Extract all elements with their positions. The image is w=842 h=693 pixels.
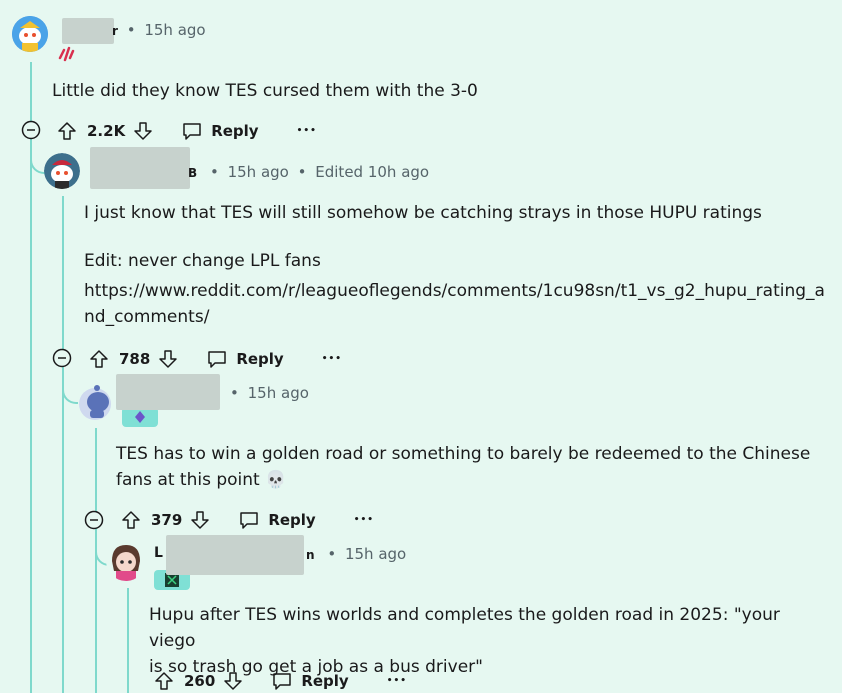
upvote-button[interactable] (121, 510, 141, 530)
comment-body: Little did they know TES cursed them wit… (52, 78, 478, 104)
meta-separator: • (126, 21, 136, 39)
comment-actions: 260 Reply ••• (154, 669, 407, 693)
avatar[interactable] (12, 16, 48, 52)
upvote-button[interactable] (57, 121, 77, 141)
meta-separator: • (297, 163, 307, 181)
comment-actions: 2.2K Reply ••• (57, 119, 317, 143)
downvote-arrow-icon (134, 122, 152, 140)
downvote-button[interactable] (190, 510, 210, 530)
comment-text-line: Little did they know TES cursed them wit… (52, 81, 478, 101)
vote-count: 379 (151, 511, 183, 529)
user-flair-icon (56, 44, 76, 64)
vote-count: 788 (119, 350, 151, 368)
meta-separator: • (327, 545, 337, 563)
username-fragment-start: L (154, 545, 163, 561)
collapse-minus-icon (52, 348, 72, 368)
vote-count: 2.2K (87, 122, 126, 140)
username-fragment: B (188, 166, 198, 180)
comment-meta: • 15h ago (230, 384, 309, 402)
downvote-button[interactable] (133, 121, 153, 141)
upvote-arrow-icon (90, 350, 108, 368)
snoo-silhouette-avatar-icon (79, 385, 111, 420)
thread-line-2[interactable] (62, 196, 64, 693)
speech-bubble-icon (208, 351, 227, 368)
comment-text-line: fans at this point 💀 (116, 470, 287, 490)
speech-bubble-icon (183, 123, 201, 140)
comment-body: I just know that TES will still somehow … (84, 200, 825, 330)
comment-actions: 788 Reply ••• (89, 347, 342, 371)
downvote-arrow-icon (191, 511, 210, 529)
reply-button[interactable]: Reply (181, 121, 259, 141)
collapse-button[interactable] (52, 348, 72, 368)
comment-timestamp[interactable]: 15h ago (144, 21, 205, 39)
collapse-minus-icon (84, 510, 104, 530)
username-redacted[interactable] (90, 147, 190, 189)
reply-label: Reply (211, 122, 259, 140)
username-redacted[interactable] (166, 535, 304, 575)
snoo-avatar-icon (44, 153, 80, 189)
comment-meta: r • 15h ago (112, 21, 206, 39)
comment-text-line: I just know that TES will still somehow … (84, 203, 762, 223)
downvote-button[interactable] (158, 349, 178, 369)
avatar[interactable] (44, 153, 80, 189)
comment-body: TES has to win a golden road or somethin… (116, 441, 826, 493)
username-fragment-end: n (306, 548, 315, 562)
comment-text-line: Hupu after TES wins worlds and completes… (149, 605, 780, 651)
more-options-button[interactable]: ••• (322, 354, 342, 364)
reply-label: Reply (301, 672, 349, 690)
snoo-avatar-icon (12, 16, 48, 52)
comment-timestamp[interactable]: 15h ago (345, 545, 406, 563)
meta-separator: • (209, 163, 219, 181)
comment-meta: B • 15h ago • Edited 10h ago (188, 163, 429, 181)
collapse-button[interactable] (84, 510, 104, 530)
downvote-arrow-icon (224, 672, 243, 690)
upvote-button[interactable] (89, 349, 109, 369)
more-options-button[interactable]: ••• (297, 126, 317, 136)
thread-line-4[interactable] (127, 588, 129, 693)
comment-timestamp[interactable]: 15h ago (228, 163, 289, 181)
speech-bubble-icon (273, 673, 292, 690)
thread-curve-3 (62, 370, 78, 404)
thread-line-3[interactable] (95, 428, 97, 693)
reply-button[interactable]: Reply (271, 671, 349, 691)
collapse-minus-icon (21, 120, 41, 140)
downvote-button[interactable] (223, 671, 243, 691)
avatar[interactable] (77, 380, 113, 420)
vote-count: 260 (184, 672, 216, 690)
comment-link-continued[interactable]: nd_comments/ (84, 304, 824, 330)
username-redacted[interactable] (62, 18, 114, 44)
more-options-button[interactable]: ••• (354, 515, 374, 525)
reply-button[interactable]: Reply (206, 349, 284, 369)
upvote-arrow-icon (122, 511, 140, 529)
comment-text-line: TES has to win a golden road or somethin… (116, 444, 811, 464)
comment-text-line: Edit: never change LPL fans (84, 251, 321, 271)
reply-button[interactable]: Reply (238, 510, 316, 530)
reply-label: Reply (236, 350, 284, 368)
speech-bubble-icon (240, 512, 259, 529)
reply-label: Reply (268, 511, 316, 529)
comment-actions: 379 Reply ••• (121, 508, 374, 532)
username-redacted[interactable] (116, 374, 220, 410)
anime-character-avatar-icon (106, 541, 146, 581)
user-flair-icon (122, 407, 158, 427)
collapse-button[interactable] (21, 120, 41, 140)
avatar[interactable] (106, 541, 146, 581)
upvote-arrow-icon (155, 672, 173, 690)
username-fragment: r (112, 24, 118, 38)
upvote-button[interactable] (154, 671, 174, 691)
comment-timestamp[interactable]: 15h ago (248, 384, 309, 402)
upvote-arrow-icon (58, 122, 76, 140)
more-options-button[interactable]: ••• (387, 676, 407, 686)
edited-timestamp: Edited 10h ago (315, 163, 430, 181)
comment-link[interactable]: https://www.reddit.com/r/leagueoflegends… (84, 278, 825, 304)
meta-separator: • (230, 384, 239, 402)
downvote-arrow-icon (159, 350, 178, 368)
comment-meta: n • 15h ago (306, 545, 406, 563)
